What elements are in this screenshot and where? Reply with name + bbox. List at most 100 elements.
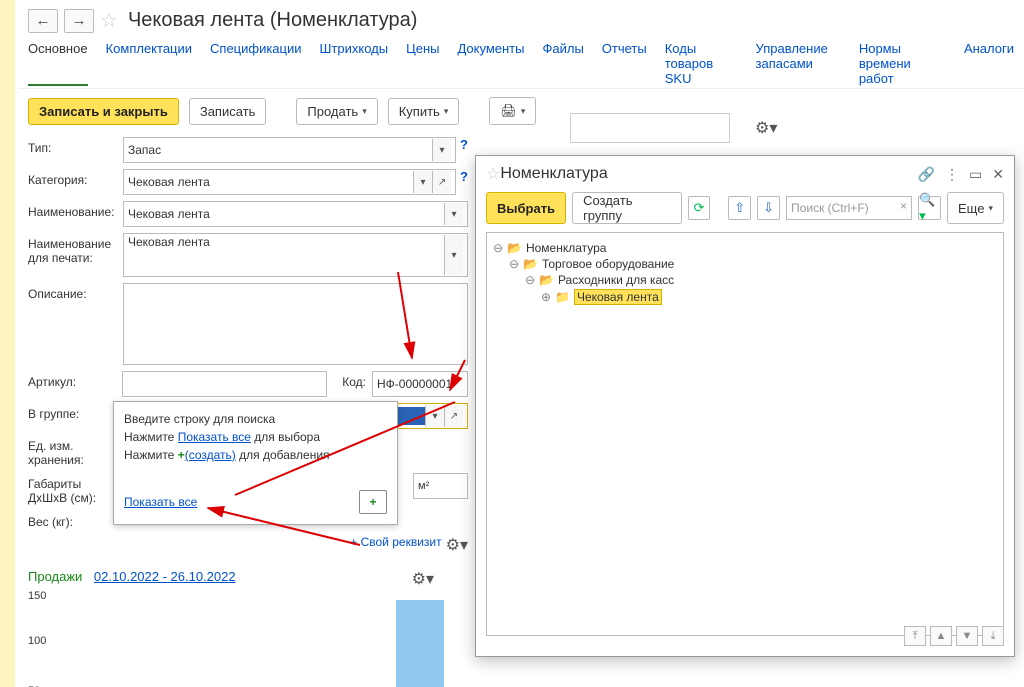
show-all-inline-link[interactable]: Показать все (178, 430, 251, 444)
more-button[interactable]: Еще▾ (947, 192, 1004, 224)
save-and-close-button[interactable]: Записать и закрыть (28, 98, 179, 125)
back-button[interactable]: ← (28, 9, 58, 33)
tab-worktime[interactable]: Нормы времени работ (859, 41, 946, 86)
sales-heading: Продажи (28, 569, 82, 584)
chevron-down-icon: ▾ (444, 106, 449, 117)
open-icon[interactable]: ↗ (432, 171, 451, 193)
window-icon[interactable]: ▭ (969, 166, 982, 183)
more-icon[interactable]: ⋮ (945, 166, 959, 183)
search-button[interactable]: 🔍▾ (918, 196, 941, 220)
goto-top-button[interactable]: ⤒ (904, 626, 926, 646)
folder-icon: 📂 (507, 241, 522, 255)
forward-button[interactable]: → (64, 9, 94, 33)
create-inline-link[interactable]: (создать) (185, 448, 236, 462)
favorite-star-icon[interactable]: ☆ (486, 164, 500, 184)
move-down-button[interactable]: ⇩ (757, 196, 780, 220)
print-button[interactable]: 🖨▾ (489, 97, 536, 125)
save-button[interactable]: Записать (189, 98, 267, 125)
close-icon[interactable]: ✕ (992, 166, 1004, 183)
search-input[interactable]: Поиск (Ctrl+F)× (786, 196, 912, 220)
type-label: Тип: (28, 137, 123, 155)
tree-item[interactable]: ⊖📂Торговое оборудование (509, 257, 997, 271)
tab-kits[interactable]: Комплектации (106, 41, 192, 86)
code-field[interactable]: НФ-00000001 (372, 371, 468, 397)
nomenclature-tree[interactable]: ⊖📂Номенклатура ⊖📂Торговое оборудование ⊖… (486, 232, 1004, 636)
type-field[interactable]: Запас▾ (123, 137, 456, 163)
panel-footer-nav: ⤒ ▲ ▼ ⤓ (904, 626, 1004, 646)
tab-specs[interactable]: Спецификации (210, 41, 302, 86)
category-field[interactable]: Чековая лента▾↗ (123, 169, 456, 195)
dims-unit-field[interactable]: м² (413, 473, 468, 499)
print-icon: 🖨 (500, 103, 517, 119)
help-icon[interactable]: ? (460, 169, 468, 184)
add-button[interactable]: + (359, 490, 387, 514)
tab-prices[interactable]: Цены (406, 41, 439, 86)
aux-panel (570, 113, 730, 143)
collapse-icon[interactable]: ⊖ (493, 241, 503, 255)
print-name-label: Наименование для печати: (28, 233, 123, 265)
create-group-button[interactable]: Создать группу (572, 192, 681, 224)
gear-icon[interactable]: ⚙▾ (446, 535, 468, 555)
tree-root[interactable]: ⊖📂Номенклатура (493, 241, 997, 255)
go-up-button[interactable]: ▲ (930, 626, 952, 646)
dropdown-icon[interactable]: ▾ (444, 203, 463, 225)
name-field[interactable]: Чековая лента▾ (123, 201, 468, 227)
name-label: Наименование: (28, 201, 123, 219)
collapse-icon[interactable]: ⊖ (525, 273, 535, 287)
collapse-icon[interactable]: ⊖ (509, 257, 519, 271)
chevron-down-icon: ▾ (521, 106, 526, 117)
add-requisite-link[interactable]: + Свой реквизит (123, 535, 446, 549)
goto-bottom-button[interactable]: ⤓ (982, 626, 1004, 646)
description-field[interactable] (123, 283, 468, 365)
folder-icon: 📂 (539, 273, 554, 287)
tab-reports[interactable]: Отчеты (602, 41, 647, 86)
help-icon[interactable]: ? (460, 137, 468, 152)
description-label: Описание: (28, 283, 123, 301)
move-up-button[interactable]: ⇧ (728, 196, 751, 220)
tab-sku[interactable]: Коды товаров SKU (665, 41, 738, 86)
uom-label: Ед. изм. хранения: (28, 435, 123, 467)
page-title: Чековая лента (Номенклатура) (128, 9, 417, 32)
article-label: Артикул: (28, 371, 122, 389)
print-name-field[interactable]: Чековая лента▾ (123, 233, 468, 277)
expand-icon[interactable]: ⊕ (541, 290, 551, 304)
chart-bar (396, 600, 444, 687)
sales-date-range[interactable]: 02.10.2022 - 26.10.2022 (94, 569, 236, 584)
open-icon[interactable]: ↗ (444, 405, 463, 427)
clear-icon[interactable]: × (900, 199, 907, 213)
tree-item[interactable]: ⊖📂Расходники для касс (525, 273, 997, 287)
tab-barcodes[interactable]: Штрихкоды (320, 41, 389, 86)
buy-button[interactable]: Купить▾ (388, 98, 460, 125)
dropdown-icon[interactable]: ▾ (425, 405, 444, 427)
left-yellow-strip (0, 0, 15, 687)
tree-item-selected[interactable]: ⊕📁Чековая лента (541, 289, 997, 305)
weight-label: Вес (кг): (28, 511, 123, 529)
category-label: Категория: (28, 169, 123, 187)
group-dropdown-popup: Введите строку для поиска Нажмите Показа… (113, 401, 398, 525)
plus-icon: + (178, 448, 185, 462)
select-button[interactable]: Выбрать (486, 192, 566, 224)
tab-analogs[interactable]: Аналоги (964, 41, 1014, 86)
go-down-button[interactable]: ▼ (956, 626, 978, 646)
nomenclature-panel: ☆ Номенклатура 🔗 ⋮ ▭ ✕ Выбрать Создать г… (475, 155, 1015, 657)
favorite-star-icon[interactable]: ☆ (100, 8, 118, 33)
dropdown-icon[interactable]: ▾ (432, 139, 451, 161)
sell-button[interactable]: Продать▾ (296, 98, 377, 125)
dropdown-icon[interactable]: ▾ (413, 171, 432, 193)
gear-icon[interactable]: ⚙▾ (412, 569, 434, 589)
tab-stock[interactable]: Управление запасами (756, 41, 841, 86)
link-icon[interactable]: 🔗 (918, 166, 935, 183)
sales-chart: 150 100 50 10 (28, 590, 448, 687)
article-field[interactable] (122, 371, 327, 397)
dropdown-tip-create: Нажмите +(создать) для добавления (124, 448, 387, 462)
dropdown-tip-search: Введите строку для поиска (124, 412, 387, 426)
tab-docs[interactable]: Документы (457, 41, 524, 86)
panel-title: Номенклатура (500, 165, 917, 183)
tab-main[interactable]: Основное (28, 41, 88, 86)
tab-files[interactable]: Файлы (542, 41, 583, 86)
code-label: Код: (327, 371, 372, 389)
refresh-button[interactable]: ⟳ (688, 196, 711, 220)
dropdown-icon[interactable]: ▾ (444, 235, 463, 275)
show-all-link[interactable]: Показать все (124, 495, 197, 509)
gear-icon[interactable]: ⚙▾ (755, 118, 777, 138)
